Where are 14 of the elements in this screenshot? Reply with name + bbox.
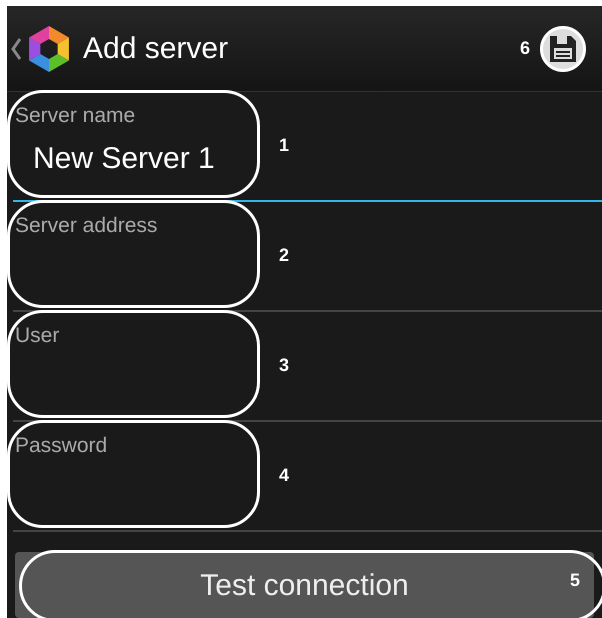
- field-value: New Server 1: [33, 140, 215, 176]
- callout-number: 2: [279, 244, 290, 267]
- callout-number: 1: [279, 134, 290, 157]
- field-label: Server name: [15, 103, 136, 129]
- screen-title: Add server: [83, 31, 228, 67]
- field-label: Server address: [15, 213, 158, 239]
- callout-number: 3: [279, 354, 290, 377]
- callout-number: 6: [520, 37, 530, 60]
- callout-number: 4: [279, 464, 290, 487]
- field-label: Password: [15, 433, 108, 459]
- callout-number: 5: [570, 569, 580, 592]
- field-label: User: [15, 323, 60, 349]
- back-chevron-icon[interactable]: [11, 38, 21, 60]
- save-button[interactable]: [540, 26, 586, 72]
